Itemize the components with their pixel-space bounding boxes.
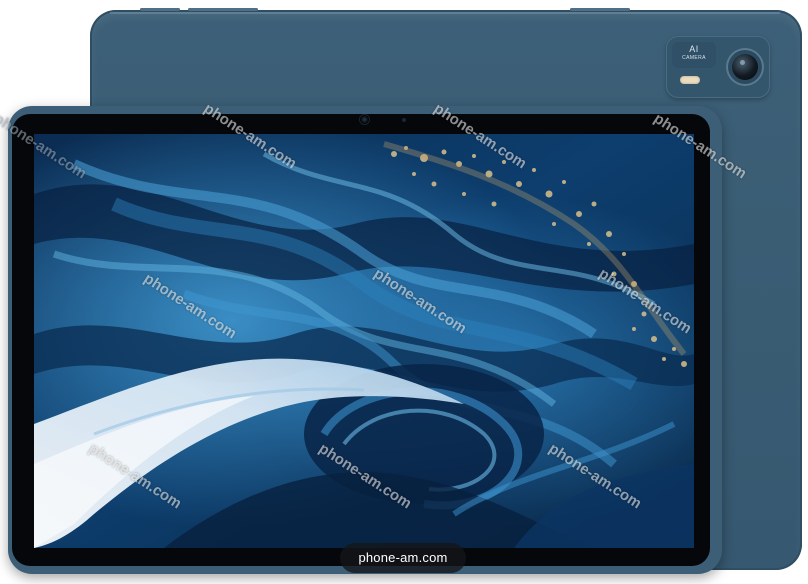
light-sensor xyxy=(402,118,406,122)
power-button xyxy=(570,8,630,11)
ai-badge-subtitle: CAMERA xyxy=(682,55,706,61)
camera-lens-icon xyxy=(732,54,758,80)
tablet-back-top-edge xyxy=(110,12,780,14)
lens-glint xyxy=(740,60,745,65)
ai-camera-badge: AI CAMERA xyxy=(672,42,716,68)
volume-button xyxy=(188,8,258,11)
credit-label: phone-am.com xyxy=(340,543,466,573)
ai-badge-title: AI xyxy=(689,44,699,54)
front-camera-icon xyxy=(360,115,369,124)
volume-button xyxy=(140,8,180,11)
product-scene: AI CAMERA phone-am.com phone-am.com phon… xyxy=(0,0,808,584)
flash-icon xyxy=(680,76,700,84)
